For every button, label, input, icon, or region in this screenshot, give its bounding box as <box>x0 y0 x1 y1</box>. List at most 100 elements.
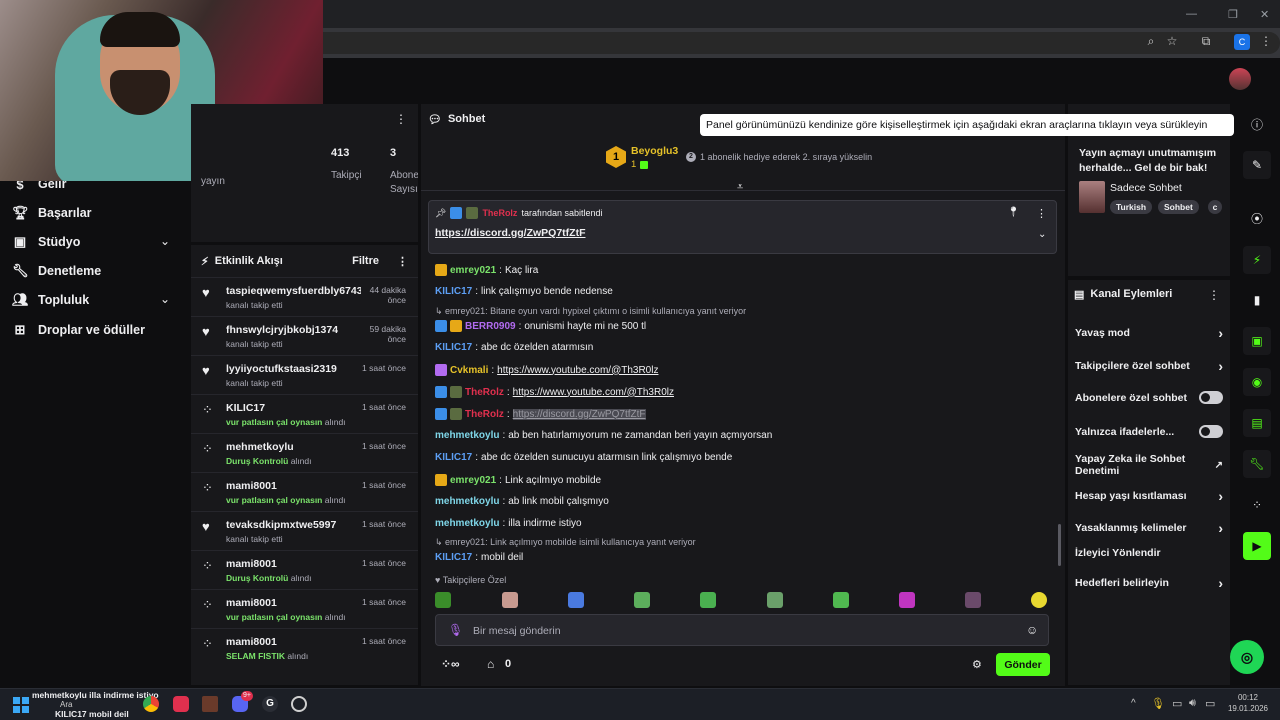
channel-thumbnail[interactable] <box>1079 181 1105 213</box>
toggle-switch[interactable] <box>1199 425 1223 438</box>
headset-icon[interactable]: ◎ <box>1230 640 1264 674</box>
emote-icon[interactable] <box>833 592 849 608</box>
chevron-right-icon[interactable]: › <box>1218 488 1223 504</box>
nav-droplar[interactable]: ⊞ Droplar ve ödüller <box>12 320 145 340</box>
emote-icon[interactable] <box>634 592 650 608</box>
store-icon[interactable]: ⌂ <box>487 657 494 671</box>
zoom-icon[interactable]: ⌕ <box>1143 34 1159 50</box>
tag-pill[interactable]: c <box>1208 200 1222 214</box>
extensions-icon[interactable]: ⧉ <box>1198 34 1214 50</box>
external-link-icon[interactable]: ↗ <box>1215 460 1223 471</box>
app-icon[interactable] <box>173 696 189 712</box>
more-options-icon[interactable]: ⋮ <box>397 255 408 268</box>
wrench-icon[interactable]: 🔧︎ <box>1243 450 1271 478</box>
close-window-button[interactable]: ✕ <box>1260 8 1269 21</box>
chat-username[interactable]: KILIC17 <box>435 286 472 297</box>
chevron-down-icon[interactable]: ⌄ <box>160 292 170 306</box>
maximize-button[interactable]: ❐ <box>1228 8 1238 21</box>
tag-pill[interactable]: Sohbet <box>1158 200 1199 214</box>
app-icon[interactable]: G <box>262 696 278 712</box>
promo-channel[interactable]: Sadece Sohbet <box>1110 182 1182 194</box>
emote-icon[interactable] <box>965 592 981 608</box>
chat-username[interactable]: KILIC17 <box>435 342 472 353</box>
chat-username[interactable]: BERR0909 <box>465 321 516 332</box>
channel-points-icon[interactable]: ⁘∞ <box>441 657 460 671</box>
leaderboard-name[interactable]: Beyoglu3 <box>631 145 678 157</box>
emote-icon[interactable] <box>1031 592 1047 608</box>
collapse-icon[interactable]: ⩡ <box>737 181 743 194</box>
battery-icon[interactable]: ▭ <box>1205 697 1215 710</box>
chat-username[interactable]: mehmetkoylu <box>435 518 499 529</box>
feed-user[interactable]: mami8001 <box>226 558 277 570</box>
emoji-icon[interactable]: ☺ <box>1026 623 1038 637</box>
clock-date[interactable]: 19.01.2026 <box>1224 704 1272 713</box>
filter-button[interactable]: Filtre <box>352 255 379 267</box>
chat-username[interactable]: KILIC17 <box>435 452 472 463</box>
feed-item[interactable]: ⁘ KILIC17 1 saat önce vur patlasın çal oyna… <box>191 394 418 433</box>
chat-username[interactable]: TheRolz <box>465 409 504 420</box>
chevron-right-icon[interactable]: › <box>1218 520 1223 536</box>
pinned-user[interactable]: TheRolz <box>482 208 517 218</box>
feed-user[interactable]: taspieqwemysfuerdbly6743 <box>226 285 361 297</box>
channel-action[interactable]: Hedefleri belirleyin › <box>1075 575 1223 591</box>
chat-input[interactable]: 🎙︎ Bir mesaj gönderin ☺ <box>435 614 1049 646</box>
chat-username[interactable]: mehmetkoylu <box>435 430 499 441</box>
feed-item[interactable]: ⁘ mami8001 1 saat önce Duruş Kontrolü alınd… <box>191 550 418 589</box>
feed-user[interactable]: mehmetkoylu <box>226 441 294 453</box>
star-icon[interactable]: ☆ <box>1164 34 1180 50</box>
lightning-icon[interactable]: ⚡︎ <box>1243 246 1271 274</box>
feed-item[interactable]: ⁘ mami8001 1 saat önce SELAM FISTIK alındı <box>191 628 418 667</box>
gear-icon[interactable]: ⚙︎ <box>972 658 982 671</box>
chevron-right-icon[interactable]: › <box>1218 575 1223 591</box>
chat-link[interactable]: https://discord.gg/ZwPQ7tfZtF <box>512 408 646 420</box>
chevron-down-icon[interactable]: ⌄ <box>1038 229 1046 240</box>
chat-link[interactable]: https://www.youtube.com/@Th3R0lz <box>513 387 674 398</box>
emote-icon[interactable] <box>435 592 451 608</box>
channel-action[interactable]: Yavaş mod › <box>1075 325 1223 341</box>
feed-item[interactable]: ⁘ mami8001 1 saat önce vur patlasın çal oyn… <box>191 589 418 628</box>
panel-icon[interactable]: ▤ <box>1243 409 1271 437</box>
channel-action[interactable]: Yasaklanmış kelimeler › <box>1075 520 1223 536</box>
minimize-button[interactable]: — <box>1186 8 1197 20</box>
feed-user[interactable]: lyyiiyoctufkstaasi2319 <box>226 363 337 375</box>
chrome-icon[interactable] <box>143 696 159 712</box>
pinned-link[interactable]: https://discord.gg/ZwPQ7tfZtF <box>435 227 586 239</box>
feed-user[interactable]: fhnswylcjryjbkobj1374 <box>226 324 338 336</box>
user-avatar[interactable] <box>1229 68 1251 90</box>
chevron-right-icon[interactable]: › <box>1218 358 1223 374</box>
channel-action[interactable]: İzleyici Yönlendir <box>1075 547 1223 559</box>
emote-icon[interactable] <box>700 592 716 608</box>
feed-user[interactable]: KILIC17 <box>226 402 265 414</box>
channel-action[interactable]: Yapay Zeka ile Sohbet Denetimi ↗ <box>1075 453 1223 477</box>
more-options-icon[interactable]: ⋮ <box>1208 288 1220 302</box>
toggle-switch[interactable] <box>1199 391 1223 404</box>
tray-chevron-icon[interactable]: ^ <box>1131 698 1136 709</box>
feed-item[interactable]: ♥ tevaksdkipmxtwe5997 1 saat önce kanalı ta… <box>191 511 418 550</box>
app-icon[interactable] <box>291 696 307 712</box>
nav-topluluk[interactable]: 👥︎ Topluluk <box>12 290 89 310</box>
network-icon[interactable]: ▭ <box>1172 697 1182 710</box>
feed-user[interactable]: tevaksdkipmxtwe5997 <box>226 519 336 531</box>
pencil-icon[interactable]: ✎ <box>1243 151 1271 179</box>
mic-icon[interactable]: 🎙︎ <box>448 623 463 637</box>
feed-item[interactable]: ⁘ mami8001 1 saat önce vur patlasın çal oyn… <box>191 472 418 511</box>
mic-tray-icon[interactable]: 🎙︎ <box>1151 697 1165 710</box>
emote-icon[interactable] <box>767 592 783 608</box>
nav-basarilar[interactable]: 🏆︎ Başarılar <box>12 203 92 223</box>
feed-user[interactable]: mami8001 <box>226 636 277 648</box>
feed-item[interactable]: ♥ lyyiiyoctufkstaasi2319 1 saat önce kanalı… <box>191 355 418 394</box>
chat-username[interactable]: Cvkmali <box>450 365 488 376</box>
nav-denetleme[interactable]: 🔧︎ Denetleme <box>12 261 101 281</box>
channel-action[interactable]: Hesap yaşı kısıtlaması › <box>1075 488 1223 504</box>
unpin-icon[interactable]: 📍︎ <box>1007 207 1020 218</box>
search-label[interactable]: Ara <box>60 700 72 709</box>
feed-user[interactable]: mami8001 <box>226 480 277 492</box>
feed-item[interactable]: ♥ fhnswylcjryjbkobj1374 59 dakika önce kana… <box>191 316 418 355</box>
profile-icon[interactable]: C <box>1234 34 1250 50</box>
clip-icon[interactable]: ▶ <box>1243 532 1271 560</box>
chevron-right-icon[interactable]: › <box>1218 325 1223 341</box>
channel-action[interactable]: Takipçilere özel sohbet › <box>1075 358 1223 374</box>
chat-link[interactable]: https://www.youtube.com/@Th3R0lz <box>497 365 658 376</box>
start-icon[interactable] <box>13 697 29 713</box>
feed-item[interactable]: ⁘ mehmetkoylu 1 saat önce Duruş Kontrolü al… <box>191 433 418 472</box>
